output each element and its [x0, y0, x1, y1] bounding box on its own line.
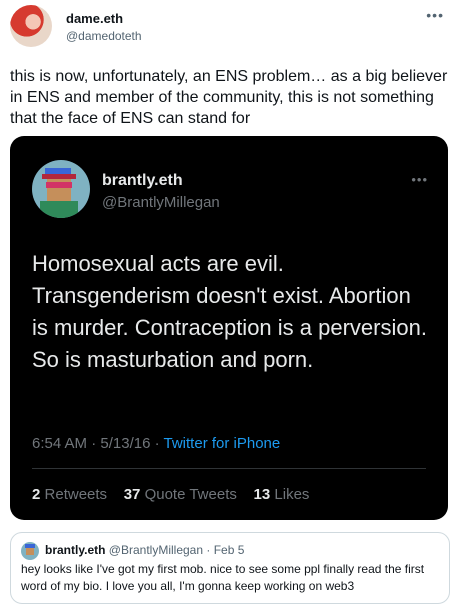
display-name[interactable]: dame.eth [66, 11, 123, 26]
likes-count: 13 [253, 486, 271, 503]
embedded-user-handle: @BrantlyMillegan [102, 194, 220, 211]
avatar[interactable] [10, 5, 52, 47]
more-horizontal-icon[interactable]: ••• [426, 7, 444, 23]
tweet-header: dame.eth @damedoteth ••• [0, 0, 458, 58]
embedded-time: 6:54 AM [32, 435, 88, 452]
avatar-face-shape [26, 548, 34, 555]
quoted-user-handle: @BrantlyMillegan [108, 543, 204, 557]
avatar [32, 160, 90, 218]
retweets-count: 2 [32, 486, 41, 503]
embedded-tweet-image[interactable]: brantly.eth @BrantlyMillegan ••• Homosex… [10, 136, 448, 520]
quoted-tweet-text: hey looks like I've got my first mob. ni… [21, 562, 425, 593]
separator: · [154, 435, 160, 452]
quoted-tweet-card[interactable]: brantly.eth @BrantlyMillegan · Feb 5 hey… [10, 532, 450, 604]
avatar-glasses-shape [46, 182, 72, 188]
embedded-display-name: brantly.eth [102, 172, 183, 189]
tweet-text: this is now, unfortunately, an ENS probl… [10, 68, 448, 127]
user-handle[interactable]: @damedoteth [66, 29, 142, 43]
more-horizontal-icon: ••• [411, 172, 428, 187]
separator: · [91, 435, 97, 452]
likes-label: Likes [274, 486, 310, 503]
embedded-tweet-meta: 6:54 AM · 5/13/16 · Twitter for iPhone [32, 435, 280, 452]
divider [32, 468, 426, 469]
avatar-body-shape [40, 201, 78, 218]
quoted-tweet-header: brantly.eth @BrantlyMillegan · Feb 5 [45, 543, 244, 557]
avatar-cap-shape [42, 174, 76, 179]
embedded-tweet-text: Homosexual acts are evil. Transgenderism… [32, 251, 427, 372]
avatar [21, 542, 39, 560]
quoted-date: Feb 5 [213, 543, 245, 557]
separator: · [206, 543, 211, 557]
quote-label: Quote Tweets [144, 486, 237, 503]
embedded-source: Twitter for iPhone [163, 435, 281, 452]
embedded-tweet-stats: 2 Retweets 37 Quote Tweets 13 Likes [32, 486, 309, 503]
quote-count: 37 [123, 486, 141, 503]
retweets-label: Retweets [44, 486, 108, 503]
embedded-date: 5/13/16 [100, 435, 151, 452]
quoted-display-name: brantly.eth [45, 543, 106, 557]
